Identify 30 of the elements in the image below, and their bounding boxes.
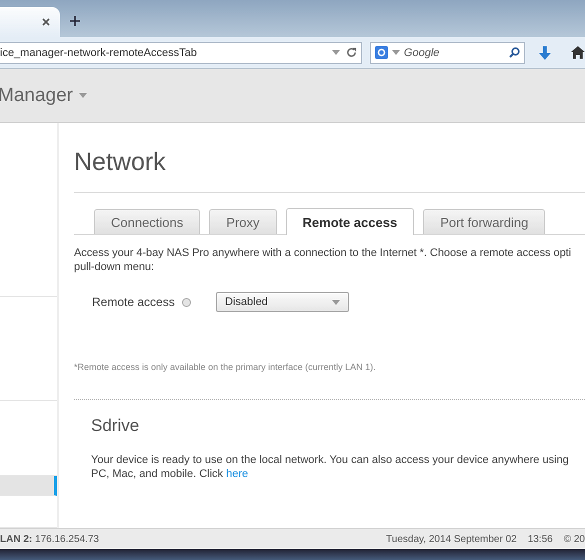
download-icon[interactable] bbox=[539, 46, 552, 60]
caret-icon bbox=[392, 50, 400, 55]
footnote: *Remote access is only available on the primary interface (currently LAN 1). bbox=[74, 362, 377, 372]
address-bar[interactable]: ice_manager-network-remoteAccessTab bbox=[0, 42, 362, 64]
caret-icon bbox=[332, 300, 340, 304]
dropdown-icon bbox=[332, 50, 340, 55]
tab[interactable]: Proxy bbox=[209, 209, 277, 234]
sdrive-description: Your device is ready to use on the local network. You can also access your device anywhere using PC, Mac, and mobile. Click here bbox=[91, 453, 570, 481]
search-engine-icon bbox=[374, 46, 388, 59]
time: 13:56 bbox=[528, 534, 553, 544]
tab[interactable]: Connections bbox=[94, 209, 200, 234]
tab[interactable]: Port forwarding bbox=[423, 209, 546, 234]
search-field[interactable]: Google bbox=[370, 42, 526, 64]
date: Tuesday, 2014 September 02 bbox=[386, 534, 517, 544]
new-tab-icon[interactable] bbox=[70, 16, 80, 26]
lan-address: LAN 2: 176.16.254.73 bbox=[0, 534, 99, 544]
home-icon[interactable] bbox=[571, 46, 585, 59]
remote-access-dropdown[interactable]: Disabled bbox=[216, 292, 349, 312]
setting-label: Remote access bbox=[92, 295, 176, 309]
reload-icon[interactable] bbox=[346, 47, 357, 58]
page-title: Network bbox=[74, 148, 585, 193]
copyright: © 20 bbox=[564, 534, 585, 544]
caret-icon bbox=[79, 93, 87, 98]
here-link[interactable]: here bbox=[226, 468, 248, 480]
search-icon[interactable] bbox=[509, 47, 520, 58]
section-title: Sdrive bbox=[91, 416, 140, 436]
sidebar-item[interactable] bbox=[0, 476, 57, 496]
description: Access your 4-bay NAS Pro anywhere with a connection to the Internet *. Choose a remote access opti pull-down menu: bbox=[74, 246, 572, 274]
tab[interactable]: Remote access bbox=[286, 208, 414, 235]
close-icon[interactable] bbox=[42, 18, 50, 26]
